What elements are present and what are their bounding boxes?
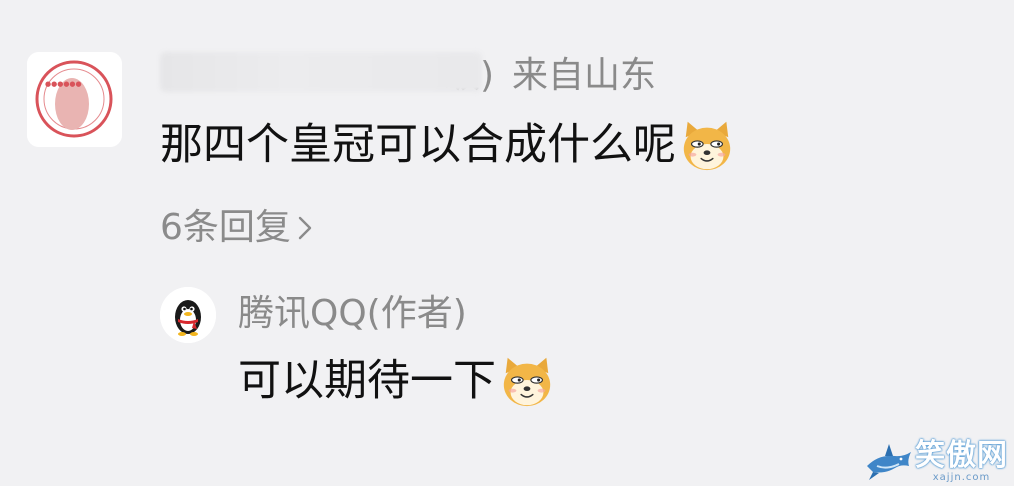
comment-location: 来自山东 bbox=[512, 55, 657, 96]
comment-user-line: 级) 来自山东 bbox=[160, 50, 656, 96]
reply-text: 可以期待一下 bbox=[238, 356, 496, 406]
site-watermark: 笑傲网 xajjn.com bbox=[865, 440, 1008, 484]
view-replies-link[interactable]: 6条回复 bbox=[160, 204, 315, 252]
comment-text: 那四个皇冠可以合成什么呢 bbox=[160, 120, 676, 170]
watermark-text: 笑傲网 xajjn.com bbox=[915, 440, 1008, 484]
reply-body: 可以期待一下 bbox=[238, 352, 556, 410]
svg-text:●●●●●●: ●●●●●● bbox=[45, 80, 82, 88]
watermark-url: xajjn.com bbox=[932, 472, 991, 483]
chevron-right-icon bbox=[298, 216, 312, 240]
qq-penguin-icon bbox=[160, 287, 216, 343]
doge-emoji-icon bbox=[683, 121, 731, 171]
shark-logo-icon bbox=[867, 444, 911, 480]
commenter-avatar[interactable]: ●●●●●● bbox=[27, 52, 122, 147]
replies-count-label: 6条回复 bbox=[160, 207, 291, 248]
reply-avatar[interactable] bbox=[160, 287, 216, 343]
reply-username[interactable]: 腾讯QQ(作者) bbox=[238, 290, 467, 338]
blurred-username[interactable] bbox=[160, 52, 482, 92]
watermark-title: 笑傲网 bbox=[915, 438, 1008, 473]
comment-screen: ●●●●●● 级) 来自山东 那四个皇冠可以合成什么呢 6条回复 bbox=[0, 0, 1014, 486]
doge-emoji-icon bbox=[503, 357, 551, 407]
comment-body: 那四个皇冠可以合成什么呢 bbox=[160, 116, 736, 174]
